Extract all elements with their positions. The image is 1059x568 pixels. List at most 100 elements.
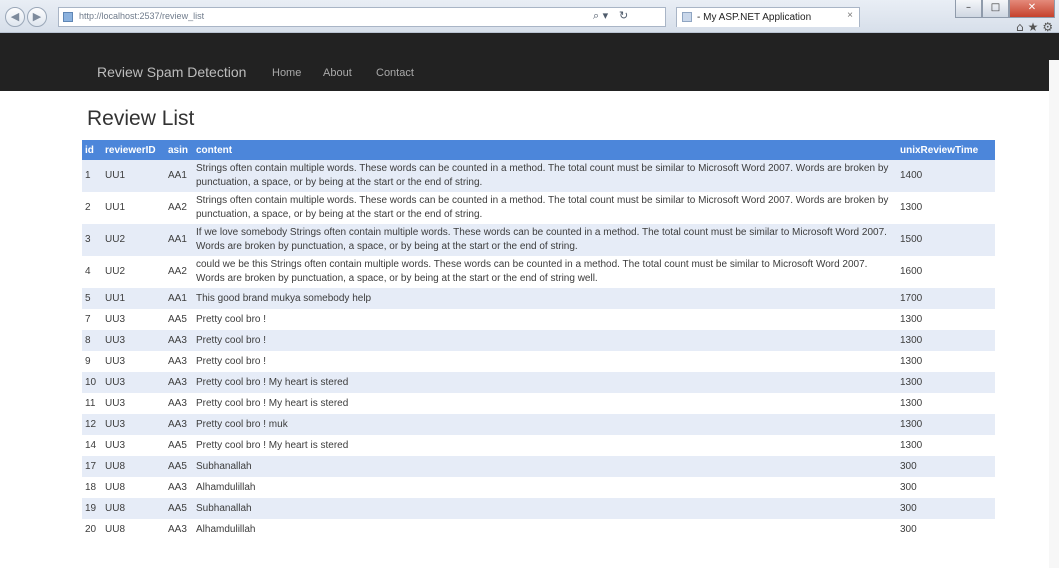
cell-content: Subhanallah (193, 456, 897, 477)
cell-reviewerid: UU2 (102, 256, 165, 288)
cell-reviewerid: UU1 (102, 288, 165, 309)
table-row: 14 UU3 AA5 Pretty cool bro ! My heart is st… (82, 435, 995, 456)
cell-id: 19 (82, 498, 102, 519)
cell-content: Strings often contain multiple words. Th… (193, 160, 897, 192)
cell-content: Strings often contain multiple words. Th… (193, 192, 897, 224)
cell-asin: AA5 (165, 498, 193, 519)
tab-close-icon[interactable]: × (847, 10, 853, 21)
search-icon[interactable]: ⌕ ▾ (593, 9, 608, 23)
cell-id: 8 (82, 330, 102, 351)
table-row: 11 UU3 AA3 Pretty cool bro ! My heart is st… (82, 393, 995, 414)
cell-asin: AA5 (165, 456, 193, 477)
cell-unixreviewtime: 300 (897, 456, 995, 477)
nav-about-link[interactable]: About (323, 67, 352, 79)
back-arrow-icon[interactable]: ◀ (5, 7, 25, 27)
tab-favicon-icon (682, 12, 692, 22)
cell-reviewerid: UU3 (102, 330, 165, 351)
cell-reviewerid: UU1 (102, 160, 165, 192)
cell-id: 5 (82, 288, 102, 309)
cell-id: 4 (82, 256, 102, 288)
maximize-button[interactable]: □ (982, 0, 1009, 18)
cell-asin: AA3 (165, 393, 193, 414)
cell-id: 11 (82, 393, 102, 414)
table-row: 9 UU3 AA3 Pretty cool bro ! 1300 (82, 351, 995, 372)
page-title: Review List (87, 107, 195, 130)
cell-reviewerid: UU3 (102, 351, 165, 372)
cell-asin: AA1 (165, 160, 193, 192)
cell-reviewerid: UU3 (102, 414, 165, 435)
cell-asin: AA5 (165, 309, 193, 330)
cell-reviewerid: UU2 (102, 224, 165, 256)
cell-reviewerid: UU8 (102, 477, 165, 498)
browser-tab[interactable]: - My ASP.NET Application × (676, 7, 860, 27)
cell-id: 3 (82, 224, 102, 256)
cell-reviewerid: UU3 (102, 435, 165, 456)
cell-asin: AA3 (165, 372, 193, 393)
cell-id: 17 (82, 456, 102, 477)
column-header-reviewerid: reviewerID (102, 140, 165, 160)
cell-content: Pretty cool bro ! My heart is stered (193, 393, 897, 414)
cell-content: This good brand mukya somebody help (193, 288, 897, 309)
cell-reviewerid: UU3 (102, 393, 165, 414)
cell-reviewerid: UU3 (102, 309, 165, 330)
nav-home-link[interactable]: Home (272, 67, 301, 79)
cell-asin: AA3 (165, 414, 193, 435)
minimize-button[interactable]: – (955, 0, 982, 18)
tab-title: - My ASP.NET Application (697, 12, 812, 23)
cell-asin: AA3 (165, 351, 193, 372)
cell-content: Pretty cool bro ! muk (193, 414, 897, 435)
cell-id: 14 (82, 435, 102, 456)
column-header-id: id (82, 140, 102, 160)
cell-asin: AA2 (165, 256, 193, 288)
cell-asin: AA3 (165, 519, 193, 540)
page-favicon-icon (63, 12, 73, 22)
table-header-row: id reviewerID asin content unixReviewTim… (82, 140, 995, 160)
column-header-unixreviewtime: unixReviewTime (897, 140, 995, 160)
table-row: 2 UU1 AA2 Strings often contain multiple wo… (82, 192, 995, 224)
cell-unixreviewtime: 1400 (897, 160, 995, 192)
cell-reviewerid: UU8 (102, 498, 165, 519)
review-table: id reviewerID asin content unixReviewTim… (82, 140, 995, 540)
cell-id: 2 (82, 192, 102, 224)
cell-unixreviewtime: 1300 (897, 393, 995, 414)
cell-id: 20 (82, 519, 102, 540)
address-bar[interactable]: http://localhost:2537/review_list ⌕ ▾ ↻ (58, 7, 666, 27)
browser-tools-icon[interactable]: ⌂★⚙ (1016, 20, 1057, 34)
nav-contact-link[interactable]: Contact (376, 67, 414, 79)
brand-link[interactable]: Review Spam Detection (97, 64, 246, 80)
table-row: 4 UU2 AA2 could we be this Strings often co… (82, 256, 995, 288)
cell-reviewerid: UU8 (102, 456, 165, 477)
cell-content: If we love somebody Strings often contai… (193, 224, 897, 256)
cell-asin: AA5 (165, 435, 193, 456)
table-row: 1 UU1 AA1 Strings often contain multiple wo… (82, 160, 995, 192)
refresh-icon[interactable]: ↻ (619, 9, 628, 22)
window-close-button[interactable]: ✕ (1009, 0, 1055, 18)
cell-content: could we be this Strings often contain m… (193, 256, 897, 288)
cell-asin: AA3 (165, 330, 193, 351)
table-row: 17 UU8 AA5 Subhanallah 300 (82, 456, 995, 477)
cell-content: Pretty cool bro ! My heart is stered (193, 372, 897, 393)
cell-content: Pretty cool bro ! My heart is stered (193, 435, 897, 456)
cell-content: Alhamdulillah (193, 477, 897, 498)
table-row: 12 UU3 AA3 Pretty cool bro ! muk 1300 (82, 414, 995, 435)
cell-id: 10 (82, 372, 102, 393)
cell-unixreviewtime: 300 (897, 477, 995, 498)
cell-id: 12 (82, 414, 102, 435)
table-row: 5 UU1 AA1 This good brand mukya somebody he… (82, 288, 995, 309)
cell-reviewerid: UU1 (102, 192, 165, 224)
cell-asin: AA3 (165, 477, 193, 498)
cell-reviewerid: UU3 (102, 372, 165, 393)
scrollbar[interactable] (1049, 60, 1059, 568)
cell-unixreviewtime: 1700 (897, 288, 995, 309)
cell-unixreviewtime: 300 (897, 519, 995, 540)
cell-content: Pretty cool bro ! (193, 330, 897, 351)
cell-id: 18 (82, 477, 102, 498)
cell-id: 9 (82, 351, 102, 372)
cell-content: Pretty cool bro ! (193, 351, 897, 372)
cell-unixreviewtime: 1300 (897, 351, 995, 372)
cell-asin: AA1 (165, 224, 193, 256)
forward-arrow-icon[interactable]: ▶ (27, 7, 47, 27)
cell-unixreviewtime: 1300 (897, 330, 995, 351)
cell-asin: AA2 (165, 192, 193, 224)
address-url[interactable]: http://localhost:2537/review_list (79, 11, 204, 21)
